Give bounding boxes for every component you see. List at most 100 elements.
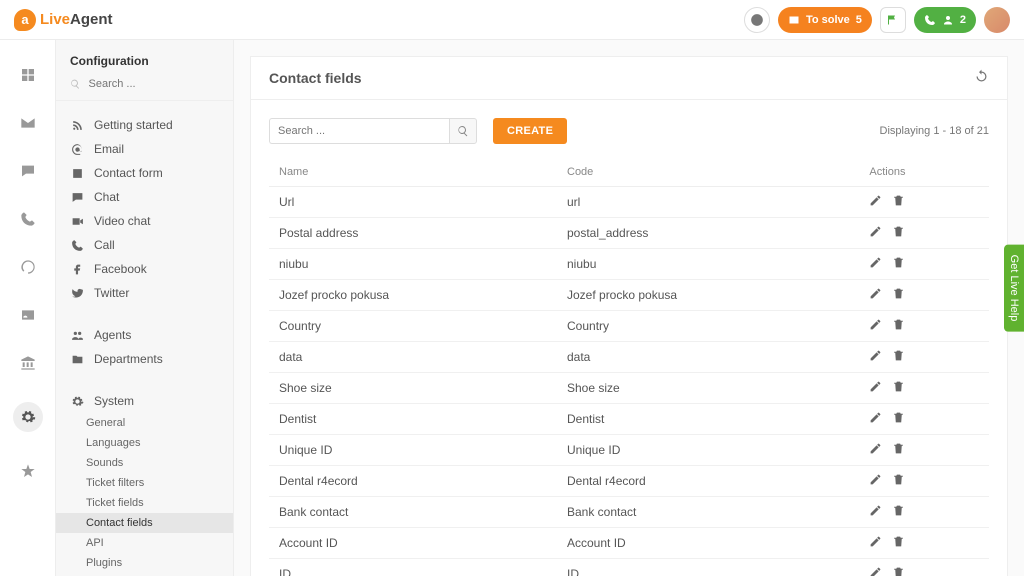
nav-email[interactable]: Email [56,137,233,161]
delete-button[interactable] [892,566,905,576]
delete-button[interactable] [892,380,905,396]
chat-icon [70,191,84,204]
table-row[interactable]: Bank contactBank contact [269,497,989,528]
edit-button[interactable] [869,535,882,551]
table-row[interactable]: Unique IDUnique ID [269,435,989,466]
delete-button[interactable] [892,194,905,210]
live-help-tab[interactable]: Get Live Help [1004,245,1024,332]
table-row[interactable]: Postal addresspostal_address [269,218,989,249]
cell-name: Url [269,187,557,218]
edit-button[interactable] [869,411,882,427]
pagination-label: Displaying 1 - 18 of 21 [880,125,989,137]
sub-general[interactable]: General [56,413,233,433]
table-row[interactable]: IDID [269,559,989,576]
trash-icon [892,380,905,393]
rail-phone[interactable] [19,210,37,228]
delete-button[interactable] [892,287,905,303]
table-row[interactable]: CountryCountry [269,311,989,342]
cell-actions [859,187,989,218]
cell-name: Shoe size [269,373,557,404]
delete-button[interactable] [892,442,905,458]
sub-contact-fields[interactable]: Contact fields [56,513,233,533]
rail-mail[interactable] [19,114,37,132]
sub-ticket-fields[interactable]: Ticket fields [56,493,233,513]
cell-actions [859,528,989,559]
table-row[interactable]: Account IDAccount ID [269,528,989,559]
create-button[interactable]: CREATE [493,118,567,144]
add-button[interactable] [744,7,770,33]
table-row[interactable]: datadata [269,342,989,373]
table-row[interactable]: Jozef procko pokusaJozef procko pokusa [269,280,989,311]
edit-button[interactable] [869,442,882,458]
edit-button[interactable] [869,256,882,272]
nav-system[interactable]: System [56,389,233,413]
rail-dashboard[interactable] [19,66,37,84]
rail-star[interactable] [19,462,37,480]
pencil-icon [869,442,882,455]
nav-call[interactable]: Call [56,233,233,257]
rail-settings[interactable] [13,402,43,432]
delete-button[interactable] [892,225,905,241]
delete-button[interactable] [892,349,905,365]
sub-languages[interactable]: Languages [56,433,233,453]
delete-button[interactable] [892,411,905,427]
nav-agents[interactable]: Agents [56,323,233,347]
nav-getting-started[interactable]: Getting started [56,113,233,137]
sub-plugins[interactable]: Plugins [56,553,233,573]
table-search-input[interactable] [269,118,449,144]
edit-button[interactable] [869,380,882,396]
cell-code: url [557,187,859,218]
nav-label: Email [94,142,124,156]
rail-chat[interactable] [19,162,37,180]
col-name-header[interactable]: Name [269,158,557,187]
tickets-status-button[interactable] [880,7,906,33]
edit-button[interactable] [869,225,882,241]
delete-button[interactable] [892,535,905,551]
rail-bank[interactable] [19,354,37,372]
cell-code: niubu [557,249,859,280]
nav-chat[interactable]: Chat [56,185,233,209]
sub-ticket-filters[interactable]: Ticket filters [56,473,233,493]
table-search-button[interactable] [449,118,477,144]
delete-button[interactable] [892,256,905,272]
nav-departments[interactable]: Departments [56,347,233,371]
col-code-header[interactable]: Code [557,158,859,187]
twitter-icon [70,287,84,300]
edit-button[interactable] [869,194,882,210]
edit-button[interactable] [869,504,882,520]
edit-button[interactable] [869,318,882,334]
nav-label: Agents [94,328,131,342]
sub-api[interactable]: API [56,533,233,553]
edit-button[interactable] [869,566,882,576]
user-avatar[interactable] [984,7,1010,33]
refresh-button[interactable] [974,69,989,87]
edit-button[interactable] [869,287,882,303]
nav-facebook[interactable]: Facebook [56,257,233,281]
nav-video-chat[interactable]: Video chat [56,209,233,233]
sub-sounds[interactable]: Sounds [56,453,233,473]
table-row[interactable]: niubuniubu [269,249,989,280]
phone-pill[interactable]: 2 [914,7,976,33]
delete-button[interactable] [892,473,905,489]
table-row[interactable]: DentistDentist [269,404,989,435]
cell-actions [859,466,989,497]
cell-actions [859,280,989,311]
to-solve-pill[interactable]: To solve 5 [778,7,872,33]
nav-twitter[interactable]: Twitter [56,281,233,305]
table-row[interactable]: Shoe sizeShoe size [269,373,989,404]
bank-icon [20,355,36,371]
table-row[interactable]: Dental r4ecordDental r4ecord [269,466,989,497]
cell-name: Unique ID [269,435,557,466]
table-row[interactable]: Urlurl [269,187,989,218]
edit-button[interactable] [869,349,882,365]
cell-name: Jozef procko pokusa [269,280,557,311]
to-solve-count: 5 [856,14,862,26]
delete-button[interactable] [892,318,905,334]
nav-contact-form[interactable]: Contact form [56,161,233,185]
delete-button[interactable] [892,504,905,520]
panel-search-input[interactable] [89,78,219,90]
flag-icon [887,14,899,26]
rail-loading[interactable] [19,258,37,276]
edit-button[interactable] [869,473,882,489]
rail-contacts[interactable] [19,306,37,324]
